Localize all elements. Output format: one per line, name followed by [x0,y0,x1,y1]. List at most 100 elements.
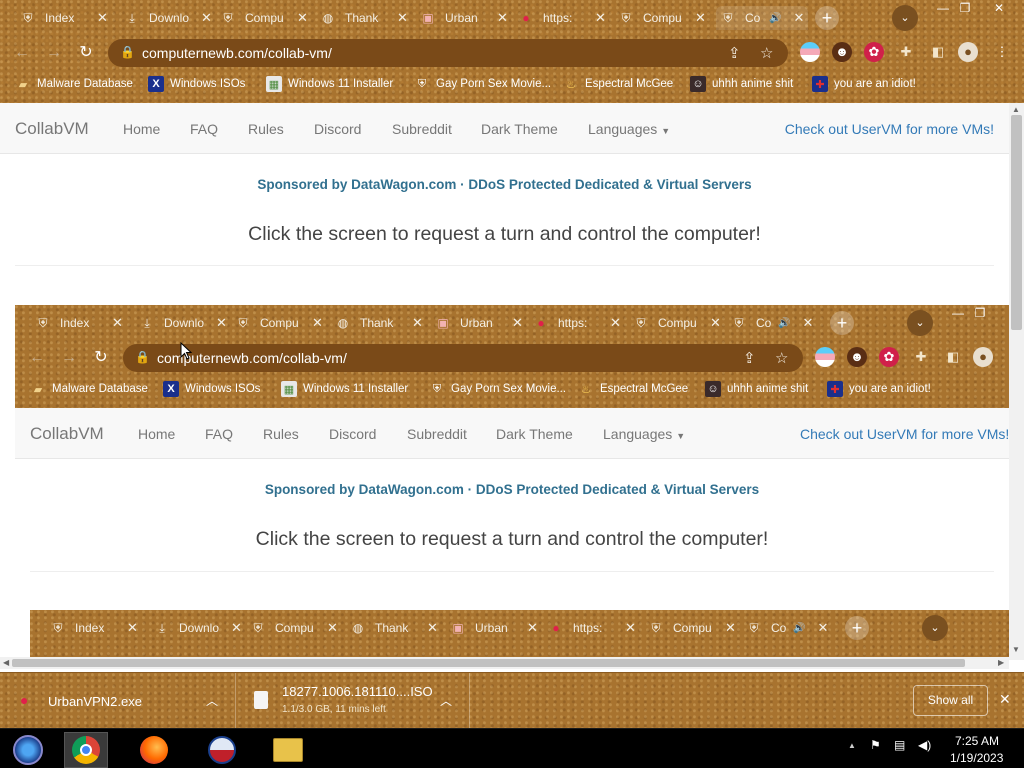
close-tab-icon[interactable]: ✕ [695,10,706,26]
download-filename: 18277.1006.181110....ISO [282,684,433,699]
show-hidden-icons-icon[interactable]: ▲ [848,741,856,750]
bookmark-item[interactable]: ⛨ Gay Porn Sex Movie... [414,76,551,92]
app-taskbar-button[interactable] [200,732,244,768]
start-button[interactable] [6,732,50,768]
vm-address-bar: 🔒 computernewb.com/collab-vm/ ⇪ ☆ [123,344,803,372]
horizontal-scrollbar[interactable]: ◀ ▶ [0,657,1009,669]
puzzle-extensions-icon: ✚ [915,349,927,364]
vm-sponsor: Sponsored by DataWagon.com · DDoS Protec… [264,482,760,497]
scrollbar-thumb[interactable] [1011,115,1022,330]
site-navbar: CollabVM Home FAQ Rules Discord Subreddi… [0,103,1009,154]
new-tab-button[interactable]: + [815,6,839,30]
bookmark-item[interactable]: ▰ Malware Database [15,76,133,92]
trans-flag-extension-icon[interactable] [800,42,820,62]
download-item[interactable]: 18277.1006.181110....ISO 1.1/3.0 GB, 11 … [236,673,470,729]
tab[interactable]: ⛨ Compu ✕ [618,6,706,30]
back-button[interactable]: ← [12,43,32,63]
nav-home[interactable]: Home [123,121,160,137]
nav-subreddit[interactable]: Subreddit [392,121,452,137]
close-downloads-icon[interactable]: ✕ [999,691,1011,708]
globe-icon: ◍ [322,11,334,25]
close-tab-icon[interactable]: ✕ [397,10,408,26]
bookmark-star-icon[interactable]: ☆ [760,44,773,62]
red-extension-icon[interactable]: ✿ [864,42,884,62]
share-icon[interactable]: ⇪ [728,44,741,62]
clock-time[interactable]: 7:25 AM [955,734,999,748]
close-tab-icon[interactable]: ✕ [97,10,108,26]
action-center-flag-icon[interactable]: ⚑ [870,738,881,752]
nav-discord[interactable]: Discord [314,121,361,137]
close-tab-icon[interactable]: ✕ [595,10,606,26]
close-tab-icon[interactable]: ✕ [297,10,308,26]
url-text[interactable]: computernewb.com/collab-vm/ [142,45,332,61]
close-tab-icon[interactable]: ✕ [793,10,804,26]
tab[interactable]: ● https: ✕ [518,6,606,30]
reload-button[interactable]: ↻ [76,43,96,63]
explorer-taskbar-button[interactable] [266,732,310,768]
bookmark-label: uhhh anime shit [712,78,794,90]
scroll-right-icon[interactable]: ▶ [998,658,1004,667]
tab[interactable]: ⛨ Index ✕ [20,6,108,30]
puzzle-extensions-icon[interactable]: ✚ [896,42,916,62]
bookmark-item[interactable]: ☺ uhhh anime shit [690,76,793,92]
folder-icon: ▰ [33,383,43,396]
sponsor-link[interactable]: Sponsored by DataWagon.com · DDoS Protec… [0,177,1009,192]
menu-kebab-icon[interactable]: ⋮ [992,42,1012,62]
vertical-scrollbar[interactable]: ▲ ▼ [1009,103,1024,660]
close-window-button[interactable]: ✕ [984,0,1014,18]
bookmark-item[interactable]: ♨ Espectral McGee [563,76,673,92]
speaker-icon[interactable]: 🔊 [769,13,781,24]
chrome-taskbar-button[interactable] [64,732,108,768]
scroll-left-icon[interactable]: ◀ [3,658,9,667]
download-item[interactable]: ● UrbanVPN2.exe ︿ [0,673,236,729]
restore-button[interactable]: ❐ [950,0,980,18]
vm-site-navbar: CollabVM Home FAQ Rules Discord Subreddi… [15,408,1009,459]
crest-icon: ⛨ [38,315,48,330]
vm-restore-icon: ❐ [974,306,986,320]
nav-faq[interactable]: FAQ [190,121,218,137]
tab[interactable]: ◍ Thank ✕ [320,6,408,30]
close-tab-icon[interactable]: ✕ [201,10,212,26]
tab-search-button[interactable]: ⌄ [892,5,918,31]
close-tab-icon: ✕ [512,315,523,330]
tab-title: Compu [643,11,682,25]
nav-rules[interactable]: Rules [248,121,284,137]
side-panel-icon[interactable]: ◧ [928,42,948,62]
nav-languages[interactable]: Languages ▼ [588,121,670,137]
firefox-taskbar-button[interactable] [132,732,176,768]
bookmark-item[interactable]: ✚ you are an idiot! [812,76,916,92]
taskbar: ▲ ⚑ ▤ ◀) 7:25 AM 1/19/2023 [0,728,1024,768]
image-icon: ▦ [266,76,282,92]
site-brand[interactable]: CollabVM [15,119,89,139]
uservm-link[interactable]: Check out UserVM for more VMs! [785,121,994,137]
chevron-up-icon[interactable]: ︿ [206,692,218,709]
tab[interactable]: ⤓ Downlo ✕ [124,6,212,30]
bookmark-item[interactable]: ▦ Windows 11 Installer [266,76,393,92]
crest-icon: ⛨ [417,77,427,90]
vm-screen[interactable]: ⛨ Index ✕ ⤓ Downlo ✕ ⛨ Compu ✕ ◍ Thank ✕ ▣ Urban ✕… [15,305,1009,660]
nav-rules: Rules [263,426,299,442]
bookmarks-bar: ▰ Malware Database X Windows ISOs ▦ Windows… [0,72,1024,98]
chevron-up-icon[interactable]: ︿ [440,692,452,709]
address-bar[interactable]: 🔒 computernewb.com/collab-vm/ ⇪ ☆ [108,39,788,67]
show-all-button[interactable]: Show all [913,685,988,716]
volume-icon[interactable]: ◀) [918,738,931,752]
network-icon[interactable]: ▤ [894,738,905,752]
tab-active[interactable]: ⛨ Co 🔊 ✕ [716,6,809,30]
close-tab-icon[interactable]: ✕ [497,10,508,26]
profile-avatar[interactable]: ● [958,42,978,62]
forward-button[interactable]: → [44,43,64,63]
avatar-extension-icon[interactable]: ☻ [832,42,852,62]
browser-toolbar: ← → ↻ 🔒 computernewb.com/collab-vm/ ⇪ ☆ … [0,36,1024,70]
scroll-up-icon[interactable]: ▲ [1012,105,1020,114]
nav-dark-theme[interactable]: Dark Theme [481,121,558,137]
scroll-down-icon[interactable]: ▼ [1012,645,1020,654]
vm-tab: ▣ Urban ✕ [450,616,538,640]
tab[interactable]: ▣ Urban ✕ [420,6,508,30]
tab[interactable]: ⛨ Compu ✕ [220,6,308,30]
vm-browser-chrome: ⛨ Index ✕ ⤓ Downlo ✕ ⛨ Compu ✕ ◍ Thank ✕ ▣ Urban ✕… [15,305,1009,408]
vm-tab: ⤓ Downlo ✕ [154,616,242,640]
bookmark-item[interactable]: X Windows ISOs [148,76,245,92]
scrollbar-thumb[interactable] [12,659,965,667]
clock-date[interactable]: 1/19/2023 [950,751,1003,765]
